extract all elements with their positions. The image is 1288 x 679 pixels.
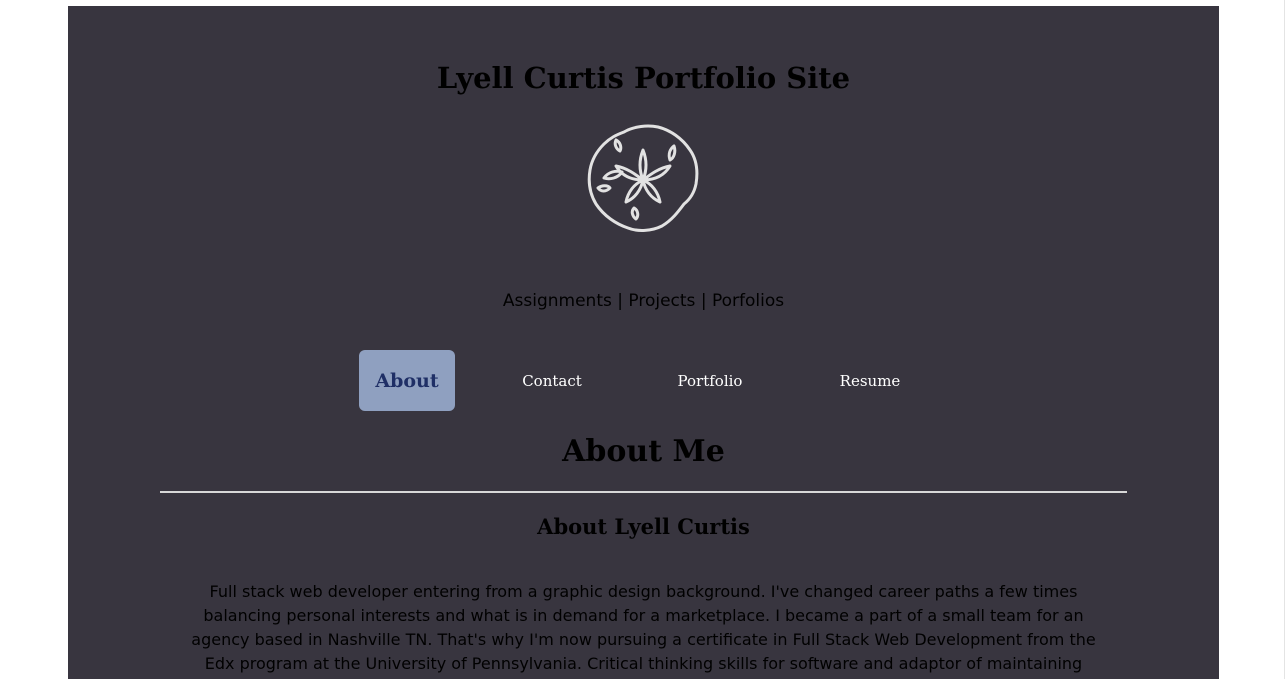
about-subheading: About Lyell Curtis	[537, 514, 750, 539]
about-me-heading: About Me	[562, 434, 725, 469]
site-tagline: Assignments | Projects | Porfolios	[502, 291, 785, 311]
nav-tab-contact[interactable]: Contact	[502, 350, 602, 411]
page-container: Lyell Curtis Portfolio Site Assignments …	[68, 6, 1219, 679]
scrollbar-edge	[1284, 0, 1285, 679]
nav-tab-about[interactable]: About	[359, 350, 455, 411]
bio-paragraph: Full stack web developer entering from a…	[191, 582, 1096, 673]
section-divider	[160, 491, 1127, 493]
sand-dollar-icon	[587, 124, 699, 232]
site-title: Lyell Curtis Portfolio Site	[436, 61, 851, 95]
nav-tab-resume[interactable]: Resume	[820, 350, 920, 411]
main-nav: About Contact Portfolio Resume	[68, 350, 1219, 411]
nav-tab-portfolio[interactable]: Portfolio	[659, 350, 761, 411]
